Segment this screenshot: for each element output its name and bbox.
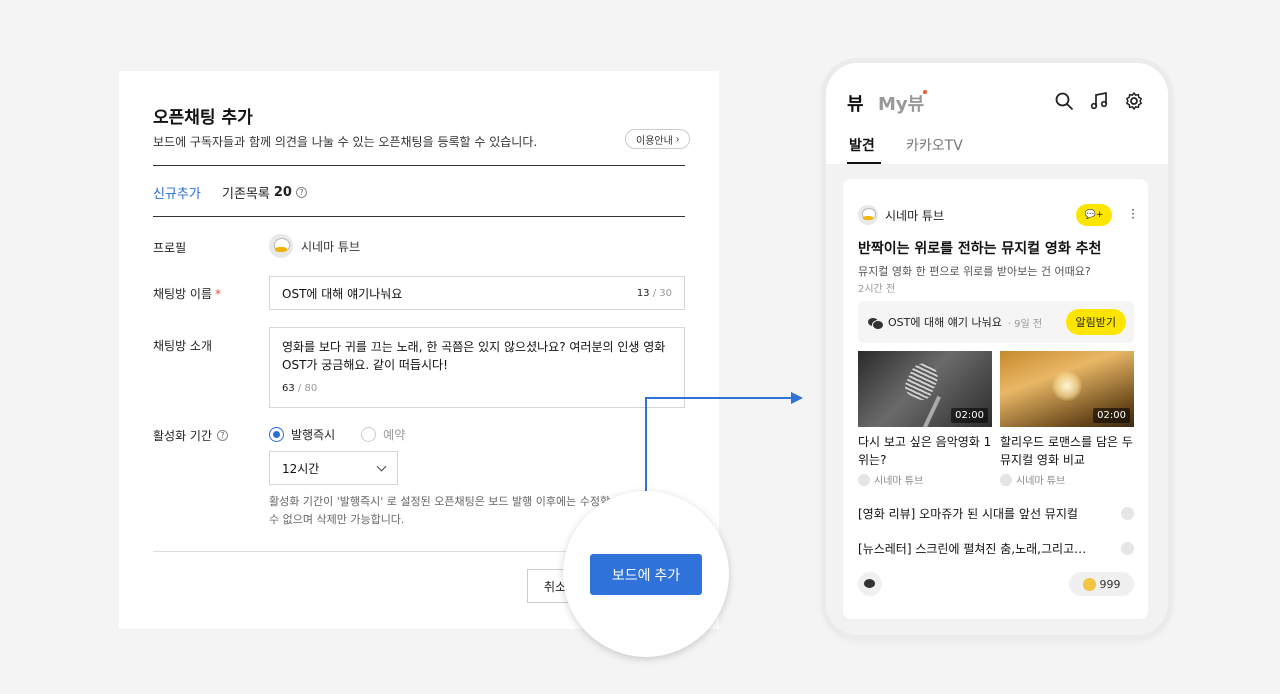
phone-header: 뷰 My뷰 발견 카카오TV <box>826 63 1168 164</box>
list-item[interactable]: [뉴스레터] 스크린에 펼쳐진 춤,노래,그리고… <box>858 540 1134 557</box>
period-select[interactable]: 12시간 <box>269 451 398 485</box>
room-name-value: OST에 대해 얘기나눠요 <box>282 286 403 301</box>
usage-guide-button[interactable]: 이용안내 › <box>625 129 691 149</box>
tab-discover[interactable]: 발견 <box>849 135 875 155</box>
reaction-button[interactable]: 999 <box>1069 572 1134 596</box>
help-icon[interactable]: ? <box>295 187 307 198</box>
open-chat-row[interactable]: OST에 대해 얘기 나눠요 · 9일 전 알림받기 <box>858 301 1134 343</box>
card-time: 2시간 전 <box>858 284 896 295</box>
intro-label: 채팅방 소개 <box>153 339 213 353</box>
chevron-down-icon <box>376 461 387 471</box>
chat-bubble-icon <box>868 317 884 330</box>
subscribe-alarm-button[interactable]: 알림받기 <box>1065 309 1126 335</box>
video-thumbnail[interactable]: 02:00 <box>1000 351 1134 427</box>
list-item[interactable]: [영화 리뷰] 오마쥬가 된 시대를 앞선 뮤지컬 <box>858 505 1134 522</box>
room-name-counter: 13 / 30 <box>636 287 672 299</box>
avatar <box>269 234 293 258</box>
emoji-icon <box>1082 577 1096 591</box>
more-vertical-icon[interactable]: · · · <box>1131 204 1135 224</box>
new-dot-badge <box>923 90 927 94</box>
gear-icon[interactable] <box>1124 91 1144 111</box>
arrow-right-icon <box>791 392 803 404</box>
board-card[interactable]: 시네마 튜브 💬+ · · · 반짝이는 위로를 전하는 뮤지컬 영화 추천 뮤지컬… <box>843 179 1148 619</box>
period-radio-group: 발행즉시 예약 <box>269 426 405 443</box>
usage-guide-label: 이용안내 <box>636 135 673 147</box>
room-name-label: 채팅방 이름 * <box>153 287 222 301</box>
profile-name: 시네마 튜브 <box>301 239 361 254</box>
tab-new-add[interactable]: 신규추가 <box>153 183 201 202</box>
profile-info: 시네마 튜브 <box>269 234 360 258</box>
tab-existing-label: 기존목록 <box>222 187 270 202</box>
video-source: 시네마 튜브 <box>858 472 923 487</box>
help-icon[interactable]: ? <box>217 430 229 441</box>
connector-line <box>645 397 793 399</box>
divider <box>153 165 685 166</box>
divider <box>153 216 685 217</box>
channel-info[interactable]: 시네마 튜브 <box>858 205 944 225</box>
open-chat-ago: · 9일 전 <box>1007 318 1043 330</box>
channel-name: 시네마 튜브 <box>885 208 945 223</box>
channel-avatar <box>858 473 870 486</box>
card-subtitle: 뮤지컬 영화 한 편으로 위로를 받아보는 건 어때요? <box>858 265 1091 278</box>
video-title[interactable]: 할리우드 로맨스를 담은 두 뮤지컬 영화 비교 <box>1000 433 1134 469</box>
phone-feed: 시네마 튜브 💬+ · · · 반짝이는 위로를 전하는 뮤지컬 영화 추천 뮤지컬… <box>826 164 1168 635</box>
tab-kakaotv[interactable]: 카카오TV <box>906 135 963 155</box>
channel-avatar <box>1121 542 1134 555</box>
video-source: 시네마 튜브 <box>1000 472 1065 487</box>
radio-immediate-label: 발행즉시 <box>291 428 336 442</box>
radio-immediate[interactable] <box>269 427 284 442</box>
open-chat-title: OST에 대해 얘기 나눠요 <box>888 316 1002 329</box>
zoom-callout: 보드에 추가 <box>563 491 729 657</box>
open-chat-badge[interactable]: 💬+ <box>1076 204 1112 226</box>
card-title: 반짝이는 위로를 전하는 뮤지컬 영화 추천 <box>858 241 1102 257</box>
add-to-board-button[interactable]: 보드에 추가 <box>590 554 702 595</box>
video-thumbnail[interactable]: 02:00 <box>858 351 992 427</box>
period-select-value: 12시간 <box>282 461 320 476</box>
radio-reserve-label: 예약 <box>383 428 406 442</box>
music-icon[interactable] <box>1089 91 1109 111</box>
view-logo[interactable]: 뷰 <box>847 90 864 116</box>
intro-counter: 63 / 80 <box>282 383 318 394</box>
my-view-logo[interactable]: My뷰 <box>878 90 924 116</box>
intro-textarea[interactable]: 영화를 보다 귀를 끄는 노래, 한 곡쯤은 있지 않으셨나요? 여러분의 인생… <box>269 327 685 408</box>
connector-line <box>645 398 647 491</box>
tab-existing-list[interactable]: 기존목록 20 ? <box>222 183 307 202</box>
intro-value: 영화를 보다 귀를 끄는 노래, 한 곡쯤은 있지 않으셨나요? 여러분의 인생… <box>282 340 666 372</box>
video-duration: 02:00 <box>951 408 988 423</box>
sunset-image <box>1052 371 1082 401</box>
comment-icon[interactable] <box>858 572 882 596</box>
radio-reserve[interactable] <box>361 427 377 442</box>
tab-existing-count: 20 <box>273 185 292 200</box>
video-duration: 02:00 <box>1093 408 1130 423</box>
search-icon[interactable] <box>1054 91 1074 111</box>
form-title: 오픈채팅 추가 <box>153 108 253 128</box>
room-name-input[interactable]: OST에 대해 얘기나눠요 13 / 30 <box>269 276 685 310</box>
channel-avatar <box>1000 473 1012 486</box>
required-mark: * <box>215 287 222 301</box>
period-note: 활성화 기간이 '발행즉시' 로 설정된 오픈채팅은 보드 발행 이후에는 수정… <box>269 495 611 526</box>
reaction-count: 999 <box>1099 577 1121 591</box>
channel-avatar <box>858 205 878 225</box>
microphone-image <box>923 395 941 427</box>
video-title[interactable]: 다시 보고 싶은 음악영화 1위는? <box>858 433 992 469</box>
period-label: 활성화 기간 ? <box>153 427 229 444</box>
phone-preview: 뷰 My뷰 발견 카카오TV 시네마 튜브 💬+ · · · 반짝이는 위로를 … <box>826 63 1168 635</box>
form-description: 보드에 구독자들과 함께 의견을 나눌 수 있는 오픈채팅을 등록할 수 있습니… <box>153 135 538 149</box>
channel-avatar <box>1121 507 1134 520</box>
profile-label: 프로필 <box>153 241 187 255</box>
chevron-right-icon: › <box>675 133 680 145</box>
